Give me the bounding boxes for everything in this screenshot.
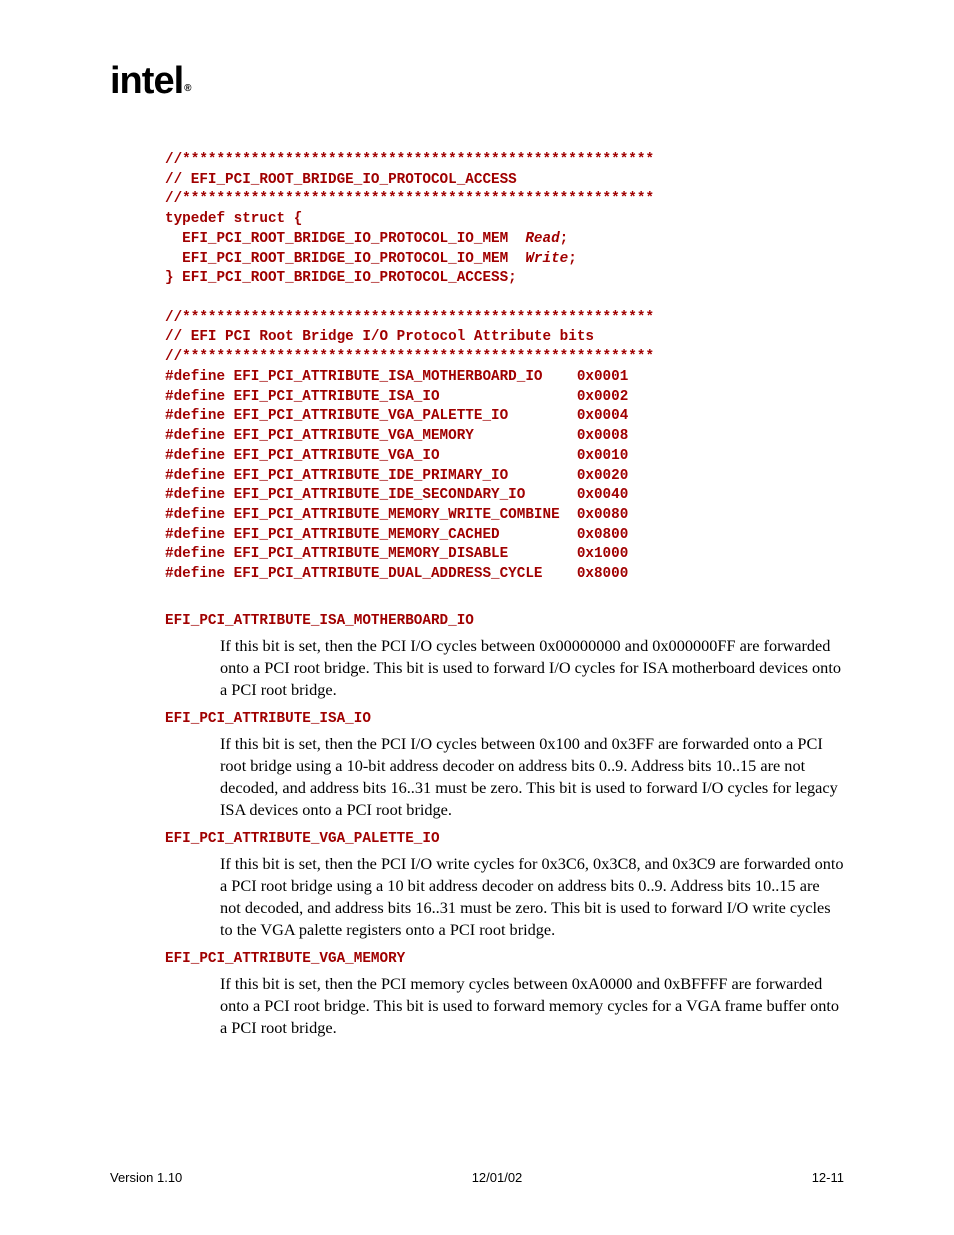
page-footer: Version 1.10 12/01/02 12-11 — [110, 1170, 844, 1185]
code-block: //**************************************… — [165, 151, 844, 585]
attr-text: If this bit is set, then the PCI I/O cyc… — [220, 635, 844, 701]
attr-name: EFI_PCI_ATTRIBUTE_ISA_IO — [165, 711, 844, 727]
attr-text: If this bit is set, then the PCI I/O wri… — [220, 853, 844, 941]
attr-name: EFI_PCI_ATTRIBUTE_VGA_MEMORY — [165, 951, 844, 967]
document-page: intel® //*******************************… — [0, 0, 954, 1235]
attr-name: EFI_PCI_ATTRIBUTE_VGA_PALETTE_IO — [165, 831, 844, 847]
attr-name: EFI_PCI_ATTRIBUTE_ISA_MOTHERBOARD_IO — [165, 613, 844, 629]
attribute-descriptions: EFI_PCI_ATTRIBUTE_ISA_MOTHERBOARD_IO If … — [165, 613, 844, 1039]
footer-version: Version 1.10 — [110, 1170, 182, 1185]
footer-page-number: 12-11 — [812, 1170, 844, 1185]
attr-text: If this bit is set, then the PCI memory … — [220, 973, 844, 1039]
attr-text: If this bit is set, then the PCI I/O cyc… — [220, 733, 844, 821]
intel-logo: intel® — [110, 60, 844, 103]
footer-date: 12/01/02 — [472, 1170, 523, 1185]
